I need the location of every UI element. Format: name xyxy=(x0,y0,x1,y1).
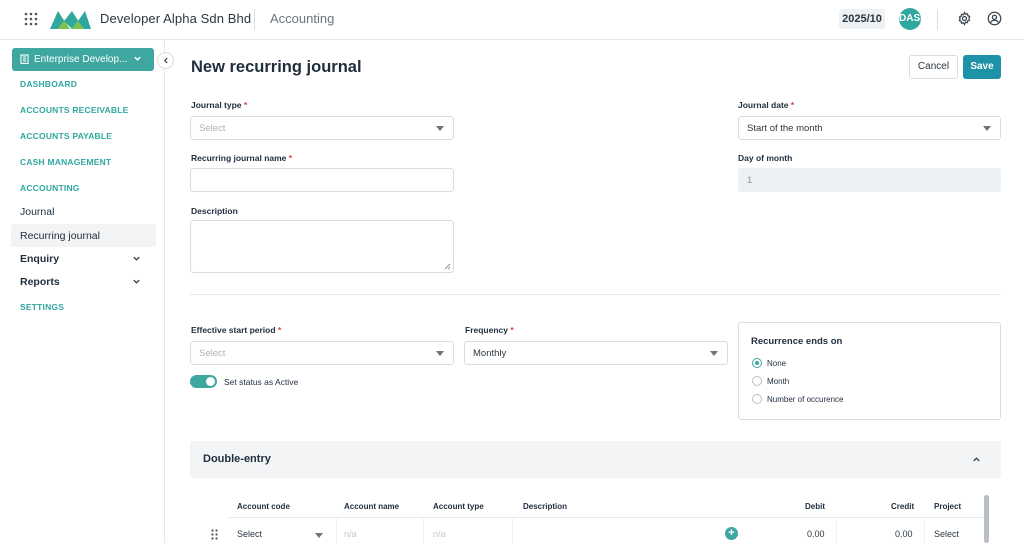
day-of-month-value: 1 xyxy=(747,175,753,186)
credit-input[interactable]: 0.00 xyxy=(895,529,913,539)
frequency-value: Monthly xyxy=(473,348,507,359)
recurrence-ends-title: Recurrence ends on xyxy=(751,336,843,347)
journal-type-select[interactable]: Select xyxy=(190,116,454,140)
recurrence-ends-panel: Recurrence ends on None Month Number of … xyxy=(738,322,1001,420)
radio-number-of-occurence[interactable] xyxy=(752,394,762,404)
account-name-cell: n/a xyxy=(344,529,357,539)
user-profile-icon[interactable] xyxy=(987,11,1002,26)
gear-icon[interactable] xyxy=(957,11,972,26)
add-row-icon[interactable]: + xyxy=(725,527,738,540)
column-header-project: Project xyxy=(934,502,962,511)
sidebar-item-cash-management[interactable]: CASH MANAGEMENT xyxy=(20,157,111,167)
day-of-month-input: 1 xyxy=(738,168,1001,192)
radio-number-of-occurence-label: Number of occurence xyxy=(767,395,844,404)
sidebar-item-accounts-receivable[interactable]: ACCOUNTS RECEIVABLE xyxy=(20,105,128,115)
caret-down-icon xyxy=(710,351,718,356)
resize-handle-icon[interactable] xyxy=(444,263,451,270)
sidebar: Enterprise Develop... DASHBOARD ACCOUNTS… xyxy=(0,40,165,543)
cancel-button[interactable]: Cancel xyxy=(909,55,958,79)
toggle-knob xyxy=(206,377,215,386)
chevron-down-icon[interactable] xyxy=(132,277,141,286)
journal-type-label: Journal type * xyxy=(191,100,248,110)
caret-down-icon xyxy=(436,351,444,356)
column-divider xyxy=(836,518,837,543)
journal-date-label: Journal date * xyxy=(738,100,795,110)
frequency-label: Frequency * xyxy=(465,325,514,335)
table-scrollbar[interactable] xyxy=(984,495,989,543)
save-button[interactable]: Save xyxy=(963,55,1001,79)
module-name: Accounting xyxy=(270,11,335,26)
column-divider xyxy=(336,518,337,543)
column-header-credit: Credit xyxy=(891,502,915,511)
header-divider xyxy=(937,9,938,30)
recurring-name-label: Recurring journal name * xyxy=(191,153,293,163)
sidebar-item-settings[interactable]: SETTINGS xyxy=(20,302,64,312)
frequency-select[interactable]: Monthly xyxy=(464,341,728,365)
sidebar-item-reports[interactable]: Reports xyxy=(20,276,60,288)
debit-input[interactable]: 0.00 xyxy=(807,529,825,539)
column-header-description: Description xyxy=(523,502,568,511)
radio-month-label: Month xyxy=(767,377,790,386)
sidebar-item-recurring-journal-label: Recurring journal xyxy=(20,230,100,242)
apps-grid-icon[interactable] xyxy=(24,12,38,26)
table-header-divider xyxy=(228,517,984,518)
radio-month[interactable] xyxy=(752,376,762,386)
page-title: New recurring journal xyxy=(191,58,362,76)
caret-down-icon xyxy=(315,533,323,538)
caret-down-icon xyxy=(436,126,444,131)
journal-date-select[interactable]: Start of the month xyxy=(738,116,1001,140)
project-select[interactable]: Select xyxy=(934,529,959,539)
drag-handle-icon[interactable] xyxy=(211,529,218,540)
company-name: Developer Alpha Sdn Bhd xyxy=(100,11,252,26)
double-entry-header[interactable]: Double-entry xyxy=(190,441,1001,478)
effective-start-label: Effective start period * xyxy=(191,325,282,335)
status-active-label: Set status as Active xyxy=(224,377,299,387)
description-label: Description xyxy=(191,206,238,216)
chevron-down-icon xyxy=(134,56,141,61)
section-divider xyxy=(190,294,1001,295)
description-textarea[interactable] xyxy=(190,220,454,273)
sidebar-collapse-button[interactable] xyxy=(157,52,174,69)
chevron-left-icon xyxy=(163,57,168,64)
day-of-month-label: Day of month xyxy=(738,153,793,163)
entity-selector-label: Enterprise Develop... xyxy=(34,54,128,65)
header-divider xyxy=(254,9,255,30)
sidebar-item-enquiry[interactable]: Enquiry xyxy=(20,253,59,265)
effective-start-select[interactable]: Select xyxy=(190,341,454,365)
building-icon xyxy=(20,54,29,64)
sidebar-item-journal[interactable]: Journal xyxy=(20,206,54,218)
radio-none-label: None xyxy=(767,359,787,368)
account-code-select[interactable]: Select xyxy=(237,529,262,539)
double-entry-title: Double-entry xyxy=(203,453,271,465)
recurring-name-input[interactable] xyxy=(190,168,454,192)
radio-none[interactable] xyxy=(752,358,762,368)
column-divider xyxy=(924,518,925,543)
top-bar: Developer Alpha Sdn Bhd Accounting 2025/… xyxy=(0,0,1024,40)
column-header-account-name: Account name xyxy=(344,502,400,511)
account-type-cell: n/a xyxy=(433,529,446,539)
status-active-toggle[interactable] xyxy=(190,375,217,388)
chevron-down-icon[interactable] xyxy=(132,254,141,263)
journal-date-value: Start of the month xyxy=(747,123,823,134)
entity-selector[interactable]: Enterprise Develop... xyxy=(12,48,154,71)
sidebar-item-accounts-payable[interactable]: ACCOUNTS PAYABLE xyxy=(20,131,112,141)
sidebar-item-dashboard[interactable]: DASHBOARD xyxy=(20,79,77,89)
period-badge[interactable]: 2025/10 xyxy=(839,9,885,29)
column-header-account-type: Account type xyxy=(433,502,484,511)
column-divider xyxy=(512,518,513,543)
company-logo xyxy=(50,11,91,29)
avatar[interactable]: DASB xyxy=(899,8,921,30)
chevron-up-icon[interactable] xyxy=(972,455,981,464)
column-divider xyxy=(423,518,424,543)
column-header-debit: Debit xyxy=(805,502,825,511)
sidebar-item-accounting[interactable]: ACCOUNTING xyxy=(20,183,80,193)
journal-type-placeholder: Select xyxy=(199,123,226,134)
caret-down-icon xyxy=(983,126,991,131)
column-header-account-code: Account code xyxy=(237,502,290,511)
effective-start-placeholder: Select xyxy=(199,348,226,359)
